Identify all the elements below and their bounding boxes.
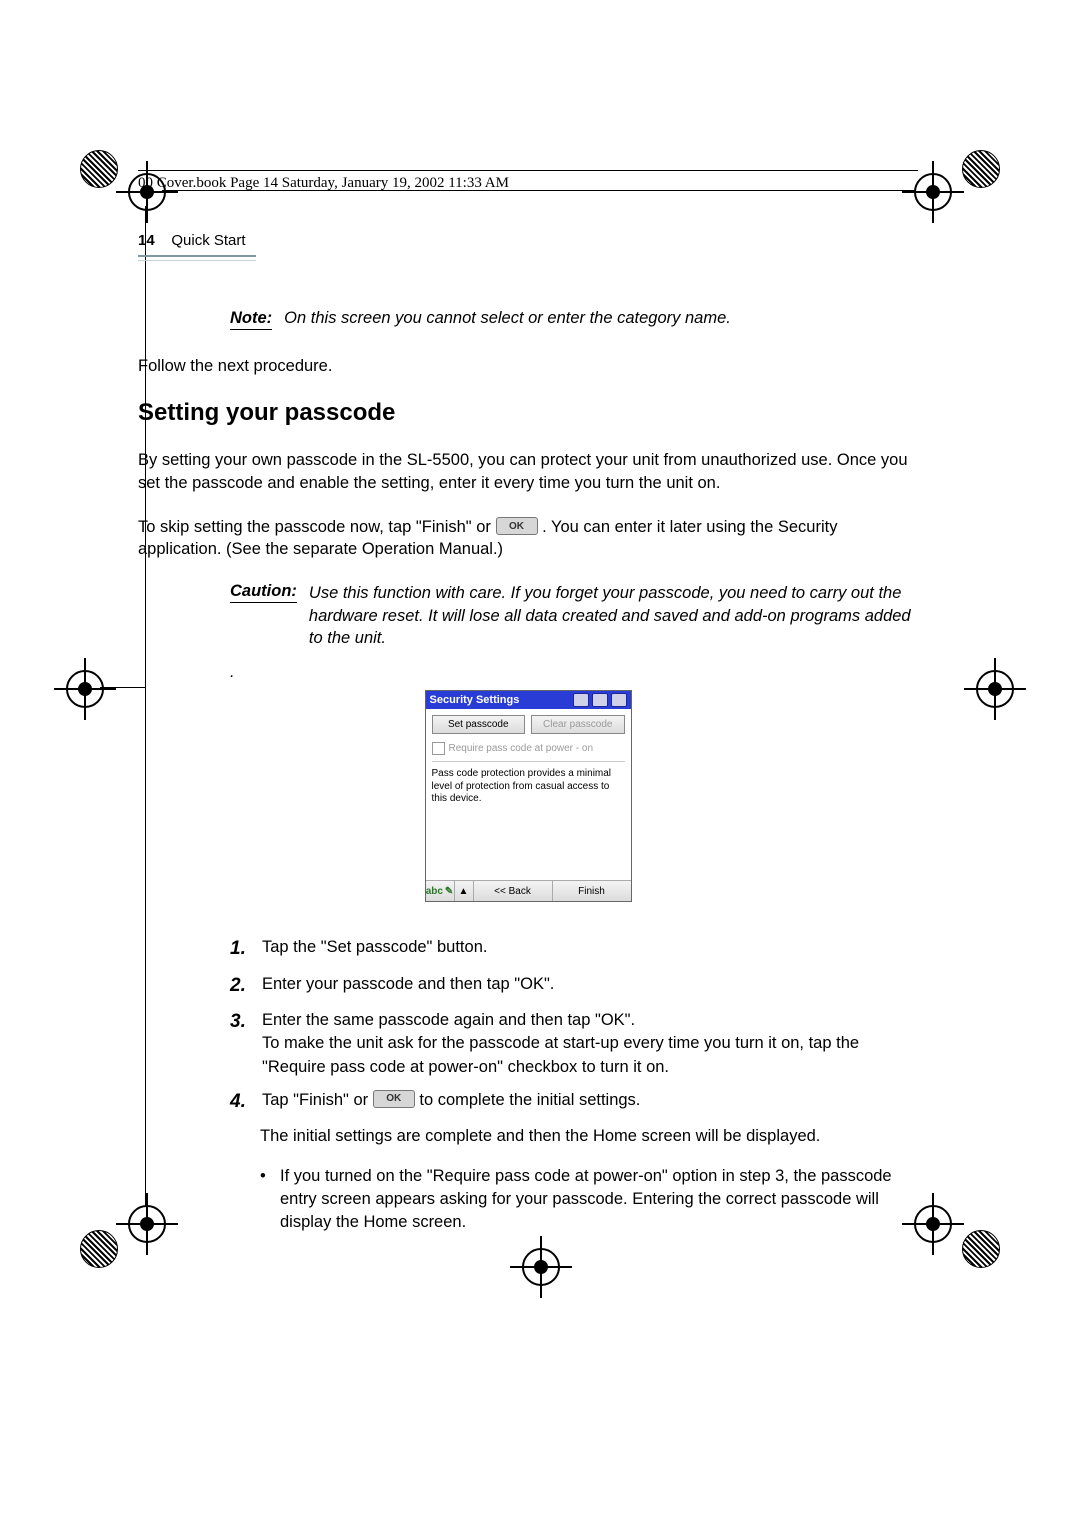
step-number: 2.	[230, 973, 252, 1000]
regmark-target	[522, 1248, 560, 1286]
device-description: Pass code protection provides a minimal …	[432, 768, 625, 876]
device-title: Security Settings	[430, 694, 520, 706]
step-text: Tap "Finish" or OK to complete the initi…	[262, 1089, 918, 1116]
bullet-icon: •	[260, 1165, 272, 1234]
step-text: Enter your passcode and then tap "OK".	[262, 973, 918, 1000]
after-steps-text: The initial settings are complete and th…	[260, 1125, 918, 1148]
page-number: 14	[138, 232, 155, 249]
step-1: 1. Tap the "Set passcode" button.	[230, 936, 918, 963]
checkbox-label: Require pass code at power - on	[449, 743, 594, 754]
step4-part-a: Tap "Finish" or	[262, 1091, 373, 1109]
intro-paragraph-1: By setting your own passcode in the SL-5…	[138, 449, 918, 494]
step-4: 4. Tap "Finish" or OK to complete the in…	[230, 1089, 918, 1116]
step-number: 4.	[230, 1089, 252, 1116]
regmark-target	[66, 670, 104, 708]
steps-list: 1. Tap the "Set passcode" button. 2. Ent…	[230, 936, 918, 1115]
arrow-up-button[interactable]: ▲	[455, 881, 474, 901]
step-text: Enter the same passcode again and then t…	[262, 1009, 918, 1078]
regmark-hatch	[80, 1230, 118, 1268]
note-text: On this screen you cannot select or ente…	[284, 309, 731, 330]
device-screenshot: Security Settings Set passcode Clear pas…	[425, 690, 632, 902]
caution-label: Caution:	[230, 582, 297, 603]
caution-row: Caution: Use this function with care. If…	[230, 582, 918, 649]
clear-passcode-button[interactable]: Clear passcode	[531, 715, 625, 734]
header-underline	[138, 255, 256, 261]
stray-dot: .	[230, 663, 918, 682]
intro-paragraph-2: To skip setting the passcode now, tap "F…	[138, 516, 918, 561]
abc-label: abc	[426, 886, 443, 897]
keyboard-mode-button[interactable]: abc✎	[426, 881, 455, 901]
regmark-target	[976, 670, 1014, 708]
step-number: 3.	[230, 1009, 252, 1078]
regmark-hatch	[962, 1230, 1000, 1268]
checkbox-icon[interactable]	[432, 742, 445, 755]
header-line: 00 Cover.book Page 14 Saturday, January …	[138, 170, 918, 192]
back-button[interactable]: << Back	[474, 881, 553, 901]
regmark-target	[914, 173, 952, 211]
bullet-item: • If you turned on the "Require pass cod…	[260, 1165, 918, 1234]
follow-text: Follow the next procedure.	[138, 355, 918, 377]
titlebar-icon[interactable]	[573, 693, 589, 707]
ok-icon: OK	[373, 1090, 415, 1108]
step-text: Tap the "Set passcode" button.	[262, 936, 918, 963]
step3-line1: Enter the same passcode again and then t…	[262, 1011, 635, 1029]
set-passcode-button[interactable]: Set passcode	[432, 715, 526, 734]
bullet-text: If you turned on the "Require pass code …	[280, 1165, 918, 1234]
intro2-part-a: To skip setting the passcode now, tap "F…	[138, 518, 496, 536]
step4-part-b: to complete the initial settings.	[419, 1091, 640, 1109]
device-titlebar: Security Settings	[426, 691, 631, 709]
step-2: 2. Enter your passcode and then tap "OK"…	[230, 973, 918, 1000]
section-heading: Setting your passcode	[138, 399, 918, 427]
ok-icon: OK	[496, 517, 538, 535]
regmark-hatch	[80, 150, 118, 188]
device-bottombar: abc✎ ▲ << Back Finish	[426, 880, 631, 901]
titlebar-icon[interactable]	[592, 693, 608, 707]
require-passcode-row[interactable]: Require pass code at power - on	[432, 739, 625, 762]
step-3: 3. Enter the same passcode again and the…	[230, 1009, 918, 1078]
step3-line2: To make the unit ask for the passcode at…	[262, 1034, 859, 1075]
titlebar-ok-icon[interactable]	[611, 693, 627, 707]
note-row: Note: On this screen you cannot select o…	[230, 309, 918, 330]
regmark-target	[914, 1205, 952, 1243]
note-label: Note:	[230, 309, 272, 330]
running-head: 14 Quick Start	[138, 232, 918, 249]
running-section: Quick Start	[171, 232, 245, 249]
regmark-hatch	[962, 150, 1000, 188]
step-number: 1.	[230, 936, 252, 963]
caution-text: Use this function with care. If you forg…	[309, 582, 918, 649]
finish-button[interactable]: Finish	[553, 881, 631, 901]
